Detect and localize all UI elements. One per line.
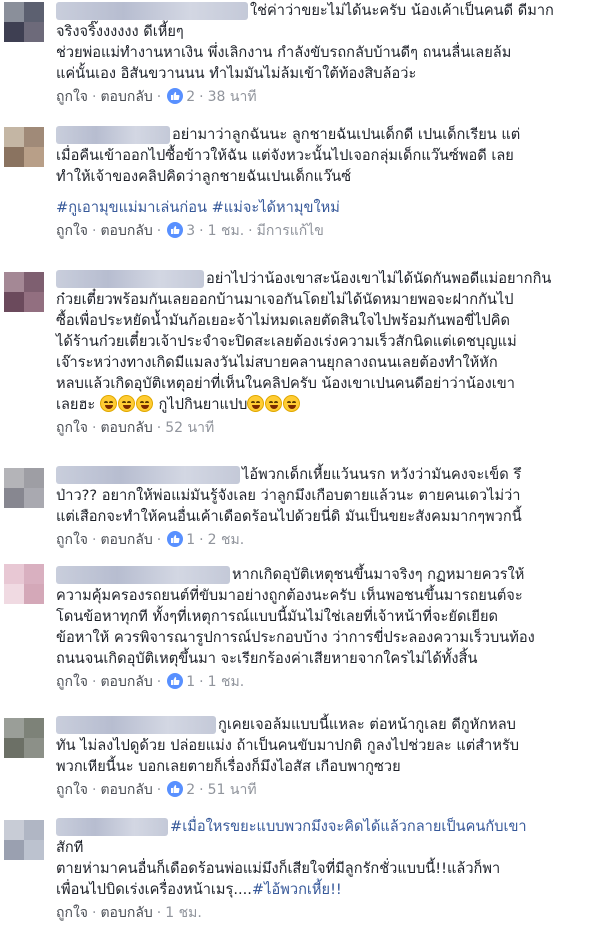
- comment: ใช่ค่าว่าขยะไม่ได้นะครับ น้องเค้าเป็นคนด…: [0, 0, 596, 124]
- like-link[interactable]: ถูกใจ: [56, 420, 88, 436]
- comment-text: เจ๊าระหว่างทางเกิดมีแมลงวันไม่สบายคลานยุ…: [56, 354, 498, 371]
- comment-text: กูเคยเจอล้มแบบนี้แหละ ต่อหน้ากูเลย ดีกูห…: [218, 716, 516, 733]
- avatar[interactable]: [4, 127, 44, 167]
- comment-text: ไอ้พวกเด็กเหี้ยแว้นนรก หวังว่ามันคงจะเข็…: [242, 466, 522, 483]
- avatar[interactable]: [4, 2, 44, 42]
- avatar[interactable]: [4, 468, 44, 508]
- commenter-name-blurred[interactable]: [56, 466, 240, 484]
- timestamp[interactable]: 38 นาที: [208, 89, 257, 105]
- comment-text: จริงจริ๊งงงงงง ดีเหี้ยๆ: [56, 23, 184, 40]
- comment: กูเคยเจอล้มแบบนี้แหละ ต่อหน้ากูเลย ดีกูห…: [0, 714, 596, 816]
- avatar[interactable]: [4, 272, 44, 312]
- hashtag-link[interactable]: #ไอ้พวกเหี้ย!!: [252, 881, 342, 898]
- timestamp[interactable]: 1 ชม.: [208, 674, 245, 690]
- smiling-emoji-icon: [247, 395, 265, 412]
- comment-text: ความคุ้มครองรถยนต์ที่ขับมาอย่างถูกต้องนะ…: [56, 587, 523, 604]
- comment-text: ถนนจนเกิดอุบัติเหตุขึ้นมา จะเรียกร้องค่า…: [56, 650, 478, 667]
- comment: หากเกิดอุบัติเหตุชนขึ้นมาจริงๆ กฏหมายควร…: [0, 564, 596, 710]
- comment-text: ข้อหาให้ ควรพิจารณารูปการณ์ประกอบบ้าง ว่…: [56, 629, 535, 646]
- comment-text: ตายห่ามาคนอื่นก็เดือดร้อนพ่อแม่มึงก็เสีย…: [56, 860, 501, 877]
- comment-thread: ใช่ค่าว่าขยะไม่ได้นะครับ น้องเค้าเป็นคนด…: [0, 0, 596, 948]
- like-count[interactable]: 2: [186, 89, 195, 105]
- like-link[interactable]: ถูกใจ: [56, 532, 88, 548]
- comment-text: ซื้อเพื่อประหยัดน้ำมันก้อเยอะจ้าไม่หมดเล…: [56, 312, 511, 329]
- reply-link[interactable]: ตอบกลับ: [100, 674, 152, 690]
- hashtag-link[interactable]: #เมื่อใหรขยะแบบพวกมึงจะคิดได้แล้วกลายเป็…: [170, 818, 527, 835]
- smiling-emoji-icon: [265, 395, 283, 412]
- commenter-name-blurred[interactable]: [56, 716, 216, 734]
- commenter-name-blurred[interactable]: [56, 126, 170, 144]
- thumbs-up-icon: [167, 531, 184, 547]
- like-link[interactable]: ถูกใจ: [56, 782, 88, 798]
- comment-text: หากเกิดอุบัติเหตุชนขึ้นมาจริงๆ กฏหมายควร…: [232, 566, 525, 583]
- commenter-name-blurred[interactable]: [56, 818, 168, 836]
- comment: #เมื่อใหรขยะแบบพวกมึงจะคิดได้แล้วกลายเป็…: [0, 816, 596, 948]
- comment-text: พวกเหียนี้นะ บอกเลยตายก็เรื่องก็มึงไอสัส…: [56, 758, 401, 775]
- commenter-name-blurred[interactable]: [56, 566, 230, 584]
- commenter-name-blurred[interactable]: [56, 270, 204, 288]
- comment: อย่ามาว่าลูกฉันนะ ลูกชายฉันเปนเด็กดี เปน…: [0, 124, 596, 268]
- thumbs-up-icon: [167, 673, 184, 689]
- like-count[interactable]: 2: [186, 782, 195, 798]
- timestamp[interactable]: 52 นาที: [165, 420, 214, 436]
- thumbs-up-icon: [167, 781, 184, 797]
- like-link[interactable]: ถูกใจ: [56, 223, 88, 239]
- comment-text: อย่ามาว่าลูกฉันนะ ลูกชายฉันเปนเด็กดี เปน…: [172, 126, 521, 143]
- timestamp[interactable]: 1 ชม.: [208, 223, 245, 239]
- laughing-sweat-emoji-icon: [99, 395, 117, 412]
- comment-text: เมื่อคืนเข้าออกไปซื้อข้าวให้ฉัน แต่จังหว…: [56, 147, 514, 164]
- reply-link[interactable]: ตอบกลับ: [100, 905, 152, 921]
- comment: ไอ้พวกเด็กเหี้ยแว้นนรก หวังว่ามันคงจะเข็…: [0, 464, 596, 564]
- thumbs-up-icon: [167, 88, 184, 104]
- comment-text: อย่าไปว่าน้องเขาสะน้องเขาไม่ได้นัดกันพอด…: [206, 270, 552, 287]
- comment-text: หลบแล้วเกิดอุบัติเหตุอย่าที่เห็นในคลิปคร…: [56, 375, 515, 392]
- hashtag-link[interactable]: #แม่จะได้หามุขใหม่: [212, 199, 340, 216]
- like-count[interactable]: 3: [186, 223, 195, 239]
- like-link[interactable]: ถูกใจ: [56, 674, 88, 690]
- commenter-name-blurred[interactable]: [56, 2, 248, 20]
- comment-text: เพื่อนไปบิดเร่งเครื่องหน้าเมรุ....: [56, 881, 252, 898]
- comment-text: ก๋วยเตี๋ยวพร้อมกันเลยออกบ้านมาเจอกันโดยไ…: [56, 291, 514, 308]
- laughing-sweat-emoji-icon: [117, 395, 135, 412]
- comment-text: ช่วยพ่อแม่ทำงานหาเงิน พึ่งเลิกงาน กำลังข…: [56, 44, 512, 61]
- reply-link[interactable]: ตอบกลับ: [100, 89, 152, 105]
- comment-text: แต่เสือกจะทำให้คนอื่นเค้าเดือดร้อนไปด้วย…: [56, 508, 522, 525]
- comment-text: ทำให้เจ้าของคลิปคิดว่าลูกชายฉันเปนเด็กแว…: [56, 168, 352, 185]
- comment-text: ใช่ค่าว่าขยะไม่ได้นะครับ น้องเค้าเป็นคนด…: [250, 2, 554, 19]
- thumbs-up-icon: [167, 222, 184, 238]
- comment-text: ได้ร้านก๋วยเตี๋ยวเจ้าประจำจะปิดสะเลยต้อง…: [56, 333, 517, 350]
- comment-text: สักที: [56, 839, 84, 856]
- smiling-emoji-icon: [283, 395, 301, 412]
- reply-link[interactable]: ตอบกลับ: [100, 782, 152, 798]
- like-count[interactable]: 1: [186, 674, 195, 690]
- comment-text: กูไปกินยาแปบ: [158, 396, 248, 413]
- laughing-sweat-emoji-icon: [135, 395, 153, 412]
- avatar[interactable]: [4, 820, 44, 860]
- comment-text: เลยฮะ: [56, 396, 96, 413]
- comment-text: ทัน ไม่ลงไปดูด้วย ปล่อยแม่ง ถ้าเป็นคนขับ…: [56, 737, 520, 754]
- like-link[interactable]: ถูกใจ: [56, 89, 88, 105]
- reply-link[interactable]: ตอบกลับ: [100, 223, 152, 239]
- comment: อย่าไปว่าน้องเขาสะน้องเขาไม่ได้นัดกันพอด…: [0, 268, 596, 464]
- timestamp[interactable]: 51 นาที: [208, 782, 257, 798]
- avatar[interactable]: [4, 564, 44, 604]
- reply-link[interactable]: ตอบกลับ: [100, 420, 152, 436]
- hashtag-link[interactable]: #กูเอามุขแม่มาเล่นก่อน: [56, 199, 207, 216]
- timestamp[interactable]: 2 ชม.: [208, 532, 245, 548]
- timestamp[interactable]: 1 ชม.: [165, 905, 202, 921]
- like-count[interactable]: 1: [186, 532, 195, 548]
- edited-label[interactable]: มีการแก้ไข: [257, 223, 324, 239]
- comment-text: ป่าว?? อยากให้พ่อแม่มันรู้จังเลย ว่าลูกม…: [56, 487, 521, 504]
- like-link[interactable]: ถูกใจ: [56, 905, 88, 921]
- comment-text: โดนข้อหาทุกที ทั้งๆที่เหตุการณ์แบบนี้มัน…: [56, 608, 498, 625]
- comment-text: แค่นั้นเอง อิสันขวานนน ทำไมมันไม่ล้มเข้า…: [56, 65, 417, 82]
- avatar[interactable]: [4, 718, 44, 758]
- reply-link[interactable]: ตอบกลับ: [100, 532, 152, 548]
